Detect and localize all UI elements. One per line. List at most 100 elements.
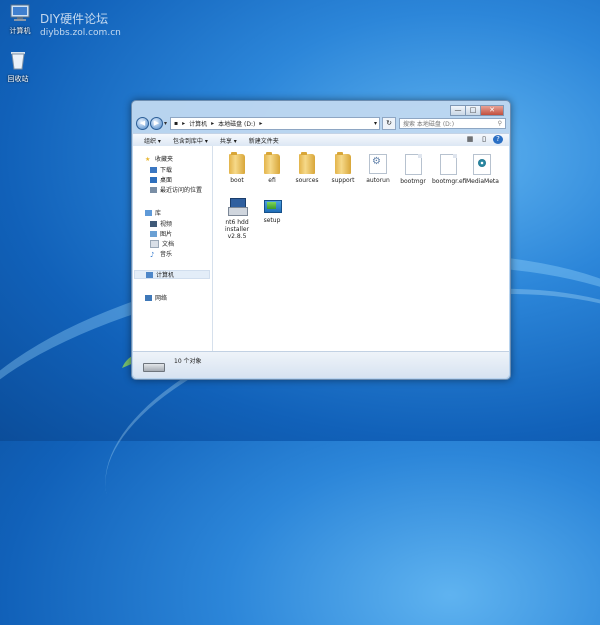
nav-item-downloads[interactable]: 下载 bbox=[150, 165, 172, 174]
nav-label: 下载 bbox=[160, 167, 173, 174]
nav-label: 文档 bbox=[162, 241, 175, 248]
file-item-bootmgr[interactable]: bootmgr bbox=[397, 154, 429, 185]
watermark-url: diybbs.zol.com.cn bbox=[40, 28, 121, 38]
file-item-setup[interactable]: setup bbox=[256, 196, 288, 224]
nav-label: 网络 bbox=[155, 295, 168, 302]
file-name: autorun bbox=[366, 177, 390, 184]
file-item-autorun[interactable]: autorun bbox=[362, 154, 394, 184]
media-file-icon bbox=[473, 154, 491, 175]
desktop-icon-label: 计算机 bbox=[9, 27, 31, 35]
computer-icon: ▪ bbox=[174, 120, 179, 127]
nav-network[interactable]: 网络 bbox=[145, 293, 167, 302]
breadcrumb-drive-d[interactable]: 本地磁盘 (D:) bbox=[218, 119, 255, 128]
file-name: boot bbox=[230, 177, 244, 184]
desktop-icon-recycle-bin[interactable]: 回收站 bbox=[0, 50, 36, 84]
file-name: sources bbox=[295, 177, 319, 184]
address-bar[interactable]: ▪ ▸ 计算机 ▸ 本地磁盘 (D:) ▸ ▾ bbox=[170, 117, 380, 130]
address-row: ◀ ▶ ▾ ▪ ▸ 计算机 ▸ 本地磁盘 (D:) ▸ ▾ ↻ 搜索 本地磁盘 … bbox=[136, 117, 506, 130]
file-item-sources[interactable]: sources bbox=[291, 152, 323, 184]
settings-file-icon bbox=[369, 154, 387, 174]
nav-computer[interactable]: 计算机 bbox=[134, 270, 210, 279]
recycle-bin-icon bbox=[11, 52, 25, 70]
refresh-button[interactable]: ↻ bbox=[382, 117, 396, 130]
folder-icon bbox=[335, 152, 351, 174]
address-dropdown-icon[interactable]: ▾ bbox=[374, 120, 377, 127]
file-icon bbox=[439, 154, 457, 175]
help-icon[interactable]: ? bbox=[493, 135, 503, 144]
setup-icon bbox=[263, 196, 282, 214]
nav-item-documents[interactable]: 文档 bbox=[150, 239, 174, 248]
share-button[interactable]: 共享 ▾ bbox=[220, 136, 237, 145]
library-icon bbox=[145, 209, 152, 216]
nav-libraries[interactable]: 库 bbox=[145, 208, 161, 217]
recent-places-icon bbox=[150, 186, 157, 193]
nav-item-videos[interactable]: 视频 bbox=[150, 219, 172, 228]
watermark: DIY硬件论坛 diybbs.zol.com.cn bbox=[40, 10, 121, 38]
toolbar-right: ▦ ▯ ? bbox=[461, 135, 503, 144]
file-name: setup bbox=[263, 217, 281, 224]
nav-label: 音乐 bbox=[160, 251, 173, 258]
item-count: 10 个对象 bbox=[174, 358, 202, 365]
installer-icon bbox=[228, 196, 248, 216]
folder-icon bbox=[229, 152, 245, 174]
include-in-library-button[interactable]: 包含到库中 ▾ bbox=[173, 136, 208, 145]
nav-label: 最近访问的位置 bbox=[160, 187, 203, 194]
file-name: nt6 hdd installer v2.8.5 bbox=[224, 219, 250, 240]
desktop-icon-label: 回收站 bbox=[7, 75, 29, 83]
close-button[interactable]: ✕ bbox=[480, 105, 504, 116]
minimize-button[interactable]: — bbox=[450, 105, 466, 116]
pictures-icon bbox=[150, 230, 157, 237]
videos-icon bbox=[150, 220, 157, 227]
nav-label: 库 bbox=[155, 210, 162, 217]
maximize-button[interactable]: □ bbox=[465, 105, 481, 116]
breadcrumb-separator: ▸ bbox=[259, 120, 263, 127]
file-item-support[interactable]: support bbox=[327, 152, 359, 184]
nav-item-music[interactable]: ♪ 音乐 bbox=[150, 249, 173, 259]
forward-button[interactable]: ▶ bbox=[150, 117, 163, 130]
file-item-efi[interactable]: efi bbox=[256, 152, 288, 184]
file-name: support bbox=[331, 177, 355, 184]
downloads-icon bbox=[150, 166, 157, 173]
breadcrumb-computer[interactable]: 计算机 bbox=[189, 119, 207, 128]
star-icon: ★ bbox=[145, 155, 151, 163]
back-button[interactable]: ◀ bbox=[136, 117, 149, 130]
file-name: efi bbox=[268, 177, 276, 184]
window-controls: — □ ✕ bbox=[450, 105, 504, 116]
nav-favorites[interactable]: ★ 收藏夹 bbox=[145, 154, 173, 164]
computer-icon bbox=[10, 4, 30, 21]
nav-item-pictures[interactable]: 图片 bbox=[150, 229, 172, 238]
nav-item-desktop[interactable]: 桌面 bbox=[150, 175, 172, 184]
drive-icon bbox=[143, 359, 165, 372]
history-dropdown[interactable]: ▾ bbox=[164, 120, 167, 127]
folder-icon bbox=[264, 152, 280, 174]
file-name: bootmgr bbox=[400, 178, 426, 185]
navigation-pane: ★ 收藏夹 下载 桌面 最近访问的位置 库 视频 图片 文档 ♪ 音乐 计算机 … bbox=[133, 146, 213, 351]
nav-label: 桌面 bbox=[160, 177, 173, 184]
toolbar: 组织 ▾ 包含到库中 ▾ 共享 ▾ 新建文件夹 ▦ ▯ ? bbox=[133, 133, 509, 147]
network-icon bbox=[145, 294, 152, 301]
file-item-mediameta[interactable]: MediaMeta bbox=[466, 154, 499, 185]
file-item-nt6-installer[interactable]: nt6 hdd installer v2.8.5 bbox=[221, 196, 253, 240]
breadcrumb-separator: ▸ bbox=[182, 120, 186, 127]
nav-item-recent[interactable]: 最近访问的位置 bbox=[150, 185, 202, 194]
music-icon: ♪ bbox=[150, 250, 155, 259]
file-icon bbox=[404, 154, 422, 175]
folder-icon bbox=[299, 152, 315, 174]
desktop-icon-computer[interactable]: 计算机 bbox=[2, 4, 38, 36]
search-icon: ⚲ bbox=[497, 120, 502, 127]
documents-icon bbox=[150, 239, 159, 248]
desktop-icon bbox=[150, 176, 157, 183]
preview-pane-icon[interactable]: ▯ bbox=[479, 135, 489, 144]
file-item-bootmgr-efi[interactable]: bootmgr.efi bbox=[432, 154, 466, 185]
new-folder-button[interactable]: 新建文件夹 bbox=[249, 136, 279, 145]
view-options-icon[interactable]: ▦ bbox=[465, 135, 475, 144]
file-list: boot efi sources support autorun bootmgr… bbox=[213, 146, 509, 351]
watermark-title: DIY硬件论坛 bbox=[40, 12, 109, 26]
explorer-window: — □ ✕ ◀ ▶ ▾ ▪ ▸ 计算机 ▸ 本地磁盘 (D:) ▸ ▾ ↻ 搜索… bbox=[131, 100, 511, 380]
nav-label: 计算机 bbox=[156, 272, 175, 279]
search-placeholder: 搜索 本地磁盘 (D:) bbox=[403, 121, 455, 128]
organize-button[interactable]: 组织 ▾ bbox=[144, 136, 161, 145]
status-bar: 10 个对象 bbox=[133, 351, 509, 378]
search-input[interactable]: 搜索 本地磁盘 (D:) ⚲ bbox=[399, 118, 506, 129]
file-item-boot[interactable]: boot bbox=[221, 152, 253, 184]
